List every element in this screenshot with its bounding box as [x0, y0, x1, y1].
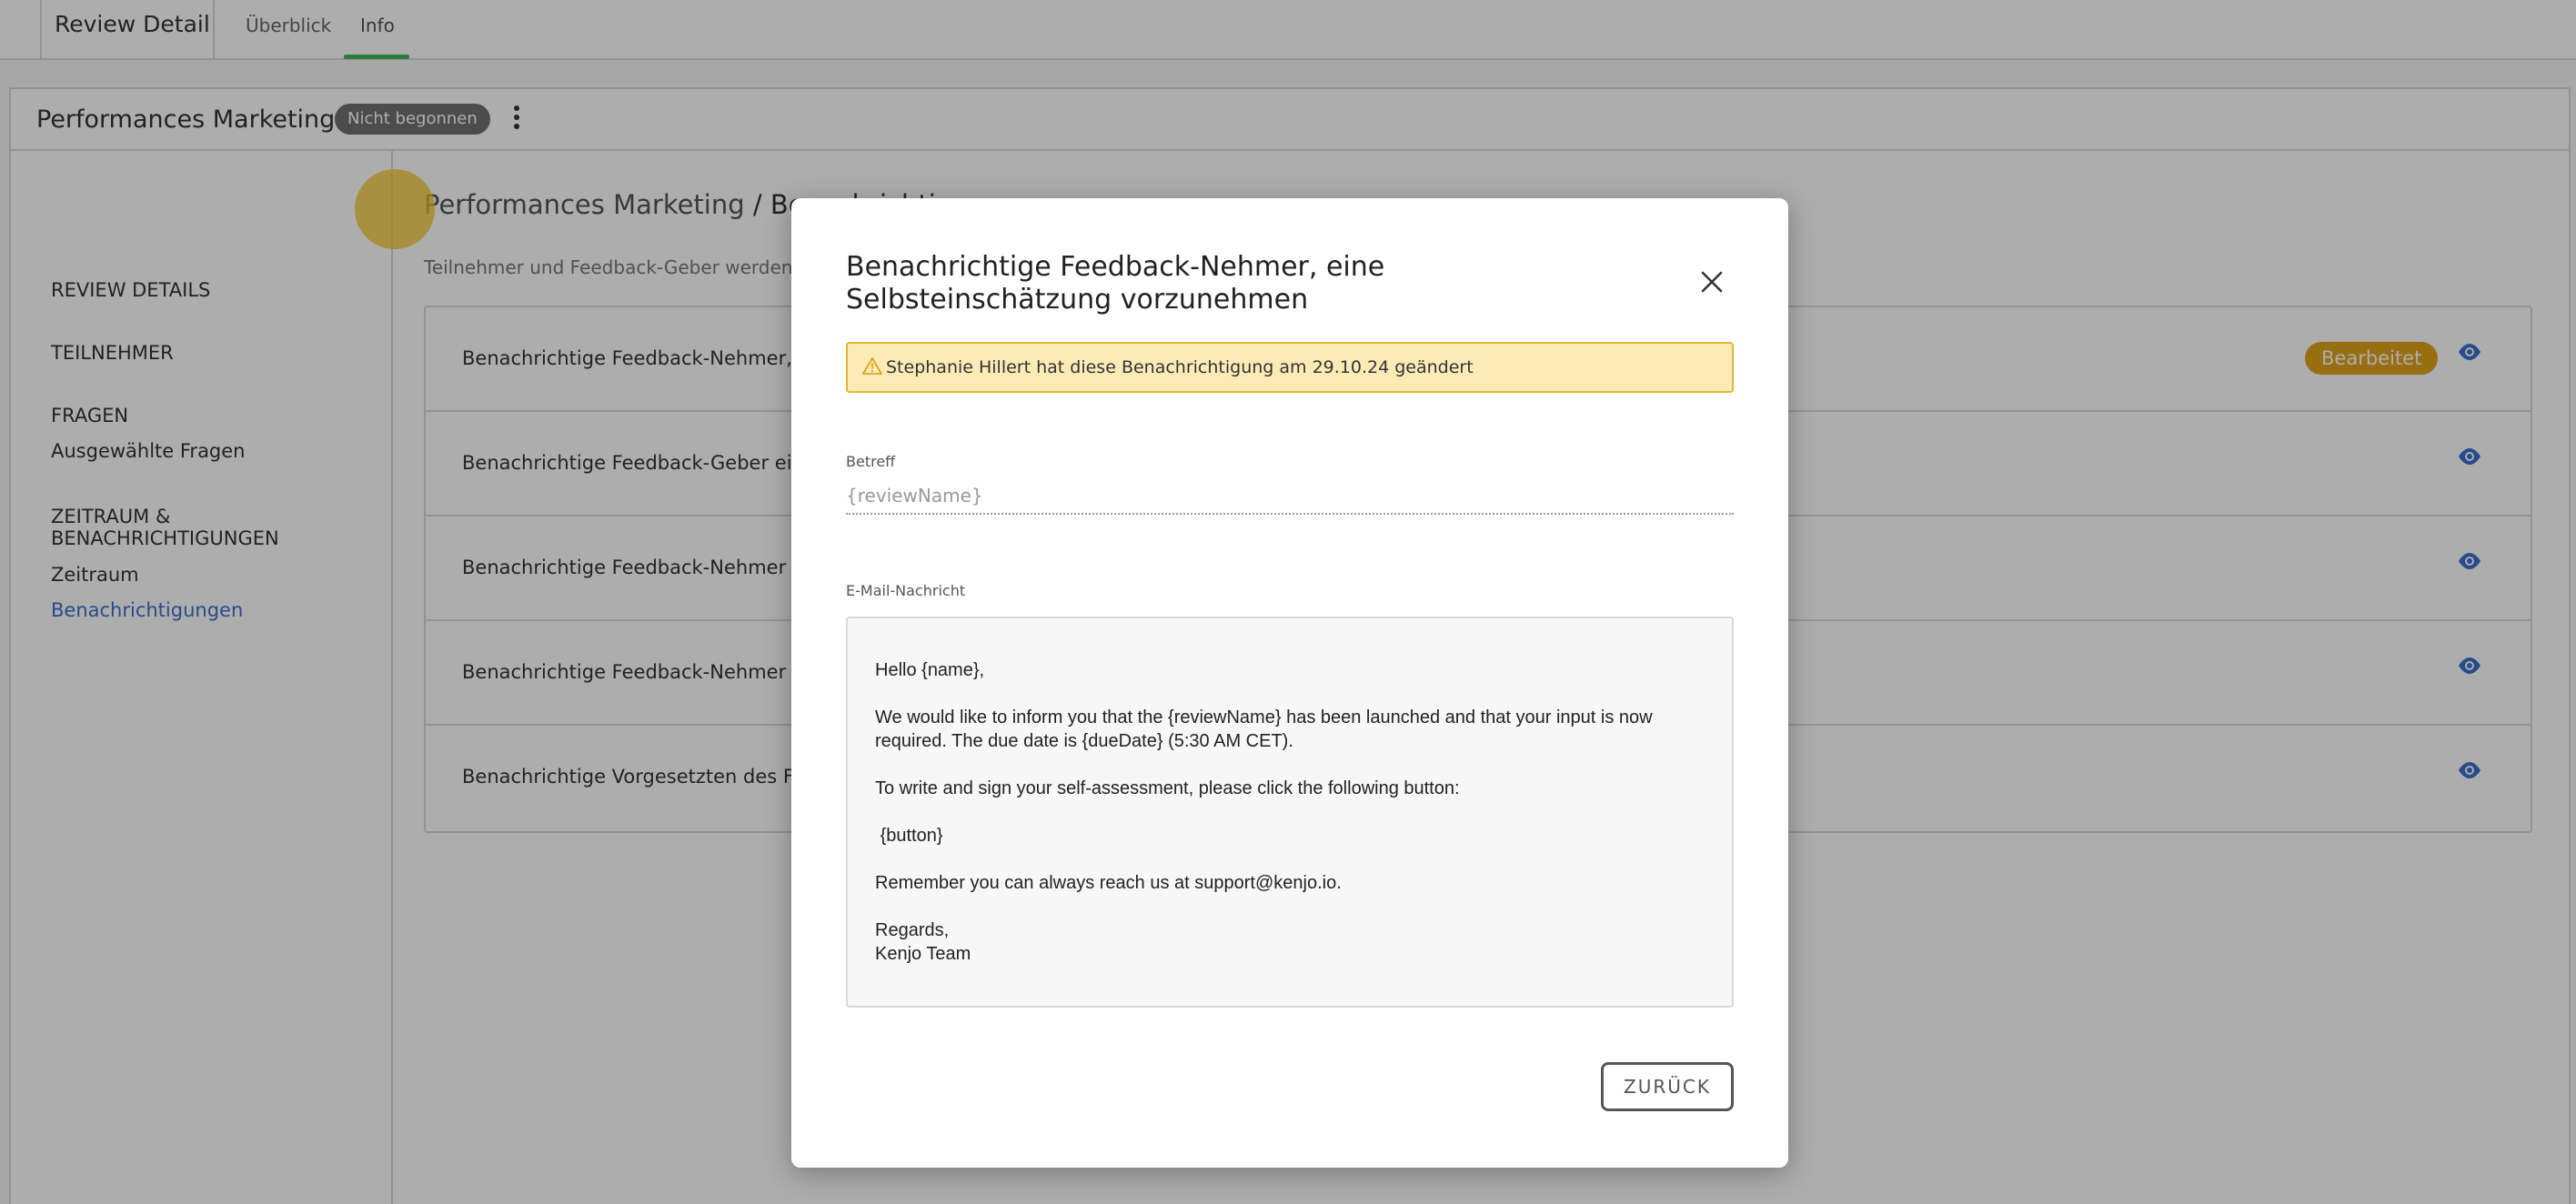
message-signature: Kenjo Team [875, 944, 971, 964]
back-button[interactable]: ZURÜCK [1601, 1062, 1734, 1111]
message-button-token: {button} [875, 826, 943, 846]
message-greeting: Hello {name}, [875, 660, 985, 680]
close-icon[interactable] [1697, 267, 1726, 296]
modal-title: Benachrichtige Feedback-Nehmer, eine Sel… [846, 251, 1385, 316]
notification-modal: Benachrichtige Feedback-Nehmer, eine Sel… [791, 198, 1788, 1168]
subject-input[interactable] [846, 478, 1734, 515]
message-line: Remember you can always reach us at supp… [875, 873, 1342, 893]
warning-banner: Stephanie Hillert hat diese Benachrichti… [846, 342, 1734, 393]
message-regards: Regards, [875, 920, 950, 940]
subject-label: Betreff [846, 453, 896, 470]
warning-text: Stephanie Hillert hat diese Benachrichti… [886, 357, 1474, 377]
email-message-editor[interactable]: Hello {name}, We would like to inform yo… [846, 617, 1734, 1008]
message-label: E-Mail-Nachricht [846, 582, 966, 599]
warning-icon [862, 357, 882, 375]
message-line: To write and sign your self-assessment, … [875, 778, 1460, 798]
message-line: We would like to inform you that the {re… [875, 707, 1658, 751]
